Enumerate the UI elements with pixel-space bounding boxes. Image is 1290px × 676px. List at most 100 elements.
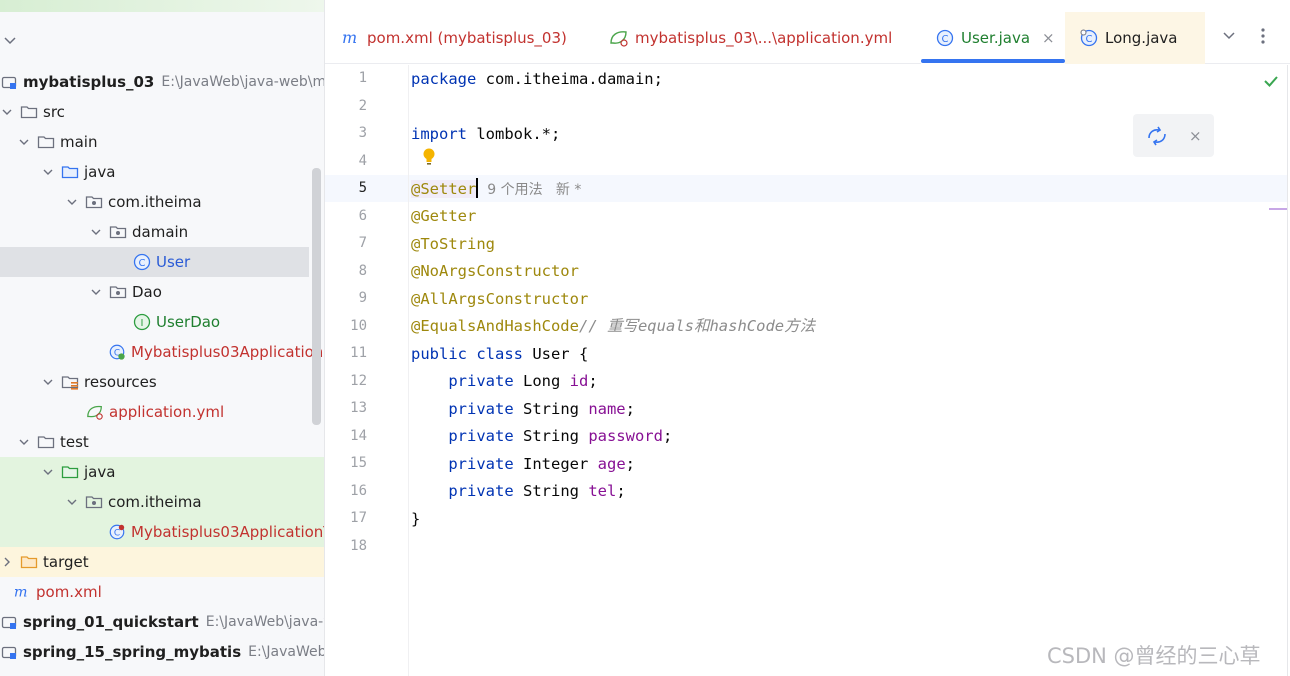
tree-item-label: src (43, 103, 65, 121)
svg-text:C: C (942, 34, 949, 45)
field-type: String (513, 427, 589, 445)
line-number: 17 (350, 510, 367, 526)
lightbulb-icon[interactable] (420, 147, 438, 167)
tree-scrollbar[interactable] (312, 168, 321, 425)
code-line-7[interactable]: @ToString (411, 231, 495, 258)
annotation: @EqualsAndHashCode (411, 317, 579, 335)
top-strip (0, 0, 324, 12)
code-line-5[interactable]: @Setter 9 个用法 新 * (411, 176, 581, 203)
tree-item-main[interactable]: main (0, 127, 324, 157)
code-line-1[interactable]: package com.itheima.damain; (411, 66, 663, 93)
tree-item-resources[interactable]: resources (0, 367, 324, 397)
tab-pom-xml[interactable]: m pom.xml (mybatisplus_03) (341, 12, 567, 64)
tree-item-spring-01-quickstart[interactable]: spring_01_quickstart E:\JavaWeb\java-web (0, 607, 324, 637)
maven-reload-icon[interactable] (1145, 124, 1169, 148)
tab-label: mybatisplus_03\...\application.yml (635, 29, 893, 47)
code-line-10[interactable]: @EqualsAndHashCode// 重写equals和hashCode方法 (411, 313, 815, 340)
tree-item-mybatisplus03application[interactable]: C Mybatisplus03Application (0, 337, 324, 367)
chevron-down-icon[interactable] (2, 30, 18, 50)
tree-item-label: Mybatisplus03ApplicationT (131, 523, 325, 541)
tree-item-mybatisplus-03[interactable]: mybatisplus_03 E:\JavaWeb\java-web\myb (0, 67, 325, 97)
tree-item-label: pom.xml (36, 583, 102, 601)
tree-item-label: UserDao (156, 313, 221, 331)
close-icon[interactable]: × (1189, 127, 1202, 145)
tree-item-label: com.itheima (108, 193, 202, 211)
tree-item-path: E:\JavaWeb\java-web\myb (161, 74, 325, 90)
tab-user-java[interactable]: C User.java × (921, 12, 1065, 64)
tree-item-com-itheima[interactable]: com.itheima (0, 187, 324, 217)
line-number: 12 (350, 373, 367, 389)
maven-icon: m (341, 28, 361, 48)
code-line-13[interactable]: private String name; (411, 396, 635, 423)
chevron-down-icon[interactable] (41, 165, 55, 179)
tab-label: pom.xml (mybatisplus_03) (367, 29, 567, 47)
module-icon (0, 73, 18, 91)
tree-item-user[interactable]: C User (0, 247, 309, 277)
code-line-17[interactable]: } (411, 506, 420, 533)
package-icon (109, 283, 127, 301)
close-icon[interactable]: × (1042, 29, 1055, 47)
line-number: 18 (350, 538, 367, 554)
chevron-down-icon[interactable] (17, 435, 31, 449)
tree-item-test-java[interactable]: java (0, 457, 324, 487)
inspection-ok-check-icon[interactable] (1261, 71, 1281, 91)
editor-scrollbar-track[interactable] (1287, 65, 1288, 676)
chevron-down-icon[interactable] (65, 495, 79, 509)
field-name: name (588, 400, 626, 418)
tree-item-damain[interactable]: damain (0, 217, 324, 247)
code-line-11[interactable]: public class User { (411, 341, 588, 368)
tree-item-pom-xml[interactable]: m pom.xml (0, 577, 324, 607)
tree-item-java[interactable]: java (0, 157, 324, 187)
tab-application-yml[interactable]: mybatisplus_03\...\application.yml (609, 12, 892, 64)
code-line-14[interactable]: private String password; (411, 423, 672, 450)
module-icon (0, 643, 18, 661)
tree-item-mybatisplus03applicationtests[interactable]: C Mybatisplus03ApplicationT (0, 517, 325, 547)
chevron-down-icon[interactable] (17, 135, 31, 149)
tab-long-java[interactable]: C Long.java (1065, 12, 1205, 64)
tree-item-dao[interactable]: Dao (0, 277, 324, 307)
chevron-down-icon[interactable] (89, 225, 103, 239)
tree-item-spring-15-spring-mybatis[interactable]: spring_15_spring_mybatis E:\JavaWeb\java (0, 637, 324, 667)
semicolon: ; (625, 400, 635, 418)
tree-item-test-com-itheima[interactable]: com.itheima (0, 487, 324, 517)
spring-yml-icon (609, 28, 629, 48)
chevron-down-icon[interactable] (89, 285, 103, 299)
code-line-16[interactable]: private String tel; (411, 478, 625, 505)
folder-icon (37, 133, 55, 151)
code-line-15[interactable]: private Integer age; (411, 451, 635, 478)
code-line-6[interactable]: @Getter (411, 203, 476, 230)
chevron-down-icon[interactable] (1221, 28, 1237, 44)
field-name: id (569, 372, 589, 390)
tree-item-application-yml[interactable]: application.yml (0, 397, 324, 427)
svg-text:m: m (342, 30, 357, 46)
code-line-3[interactable]: import lombok.*; (411, 121, 560, 148)
tree-item-userdao[interactable]: I UserDao (0, 307, 324, 337)
tree-item-label: java (84, 463, 116, 481)
chevron-down-icon[interactable] (0, 105, 14, 119)
more-vertical-icon[interactable] (1255, 26, 1271, 46)
svg-text:m: m (14, 585, 28, 601)
line-number: 9 (358, 290, 367, 306)
tree-item-target[interactable]: target (0, 547, 324, 577)
keyword: private (448, 427, 514, 445)
chevron-down-icon[interactable] (41, 375, 55, 389)
code-line-12[interactable]: private Long id; (411, 368, 597, 395)
annotation: @ToString (411, 235, 495, 253)
tree-item-src[interactable]: src (0, 97, 324, 127)
tab-label: Long.java (1105, 29, 1178, 47)
resources-folder-icon (61, 373, 79, 391)
code-line-9[interactable]: @AllArgsConstructor (411, 286, 588, 313)
code-line-8[interactable]: @NoArgsConstructor (411, 258, 579, 285)
tree-item-test[interactable]: test (0, 427, 324, 457)
chevron-right-icon[interactable] (0, 555, 14, 569)
chevron-down-icon[interactable] (65, 195, 79, 209)
keyword: private (448, 482, 514, 500)
keyword: private (448, 372, 514, 390)
field-name: tel (588, 482, 617, 500)
chevron-down-icon[interactable] (41, 465, 55, 479)
interface-icon: I (133, 313, 151, 331)
usage-inlay-hint[interactable]: 9 个用法 新 * (478, 182, 581, 198)
tree-item-path: E:\JavaWeb\java-web (205, 614, 324, 630)
